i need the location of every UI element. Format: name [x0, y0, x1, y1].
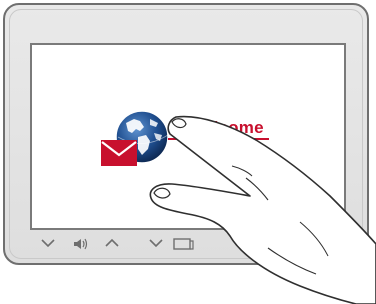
pointing-hand-illustration — [149, 115, 376, 304]
